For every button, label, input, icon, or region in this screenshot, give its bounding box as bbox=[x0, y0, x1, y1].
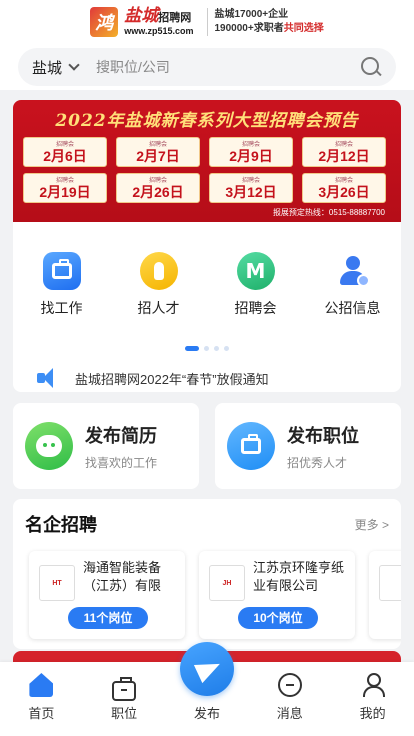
company-jobs-button[interactable]: 11个岗位 bbox=[68, 607, 148, 629]
more-link[interactable]: 更多 > bbox=[355, 516, 389, 533]
tab-label: 发布 bbox=[193, 706, 220, 721]
carousel-dots bbox=[13, 346, 401, 351]
carousel-dot[interactable] bbox=[214, 346, 219, 351]
nav-find-job[interactable]: 找工作 bbox=[17, 252, 107, 318]
nav-recruit[interactable]: 招人才 bbox=[114, 252, 204, 318]
briefcase-icon bbox=[227, 422, 275, 470]
company-jobs-button[interactable]: 10个岗位 bbox=[238, 607, 318, 629]
publish-resume-subtitle: 找喜欢的工作 bbox=[85, 455, 158, 470]
publish-resume-title: 发布简历 bbox=[85, 425, 157, 446]
resume-icon bbox=[25, 422, 73, 470]
nav-label: 招人才 bbox=[137, 300, 180, 316]
home-icon bbox=[29, 673, 54, 697]
banner-date: 招聘会 3月12日 bbox=[209, 173, 293, 203]
logo-url: www.zp515.com bbox=[124, 26, 194, 36]
company-list: HT 海通智能装备（江苏）有限 11个岗位 JH 江苏京环隆亨纸业有限公司 10… bbox=[13, 537, 401, 639]
publish-job-title: 发布职位 bbox=[287, 425, 359, 446]
publish-job-button[interactable]: 发布职位 招优秀人才 bbox=[215, 403, 401, 489]
hand-icon bbox=[139, 252, 178, 290]
tab-label: 我的 bbox=[359, 706, 386, 721]
logo-name-suffix: 招聘网 bbox=[158, 11, 192, 24]
banner-date-grid: 招聘会 2月6日 招聘会 2月7日 招聘会 2月9日 招聘会 2月12日 招聘会 2月19… bbox=[23, 137, 391, 203]
tab-home[interactable]: 首页 bbox=[6, 673, 76, 722]
company-card[interactable] bbox=[369, 551, 401, 639]
tab-me[interactable]: 我的 bbox=[338, 673, 408, 722]
user-icon bbox=[361, 673, 385, 697]
nav-public-recruit[interactable]: 公招信息 bbox=[308, 252, 398, 318]
nav-label: 招聘会 bbox=[234, 300, 277, 316]
section-title: 名企招聘 bbox=[25, 515, 97, 535]
logo-text: 盐城招聘网 www.zp515.com bbox=[124, 8, 193, 36]
city-label: 盐城 bbox=[32, 59, 63, 77]
banner-date: 招聘会 2月6日 bbox=[23, 137, 107, 167]
notice-bar[interactable]: 盐城招聘网2022年“春节”放假通知 bbox=[13, 366, 401, 390]
banner-date: 招聘会 2月12日 bbox=[302, 137, 386, 167]
stat-line-1: 盐城17000+企业 bbox=[214, 9, 289, 20]
banner-title: 2022年盐城新春系列大型招聘会预告 bbox=[55, 111, 359, 131]
chevron-down-icon bbox=[68, 59, 80, 71]
banner-hotline: 报展预定热线：0515-88887700 bbox=[272, 208, 385, 217]
tab-label: 消息 bbox=[276, 706, 303, 721]
search-icon[interactable] bbox=[360, 56, 382, 78]
tab-jobs[interactable]: 职位 bbox=[89, 677, 159, 722]
carousel-dot-active[interactable] bbox=[185, 346, 199, 351]
banner-date: 招聘会 2月9日 bbox=[209, 137, 293, 167]
person-badge-icon bbox=[334, 252, 372, 290]
banner-date: 招聘会 2月26日 bbox=[116, 173, 200, 203]
banner-date: 招聘会 3月26日 bbox=[302, 173, 386, 203]
carousel-dot[interactable] bbox=[204, 346, 209, 351]
nav-job-fair[interactable]: M 招聘会 bbox=[211, 252, 301, 318]
city-selector[interactable]: 盐城 bbox=[32, 57, 80, 78]
tab-label: 首页 bbox=[28, 706, 55, 721]
job-fair-banner[interactable]: 2022年盐城新春系列大型招聘会预告 招聘会 2月6日 招聘会 2月7日 招聘会 2月… bbox=[13, 100, 401, 222]
company-name: 海通智能装备（江苏）有限 bbox=[83, 560, 162, 593]
notice-text: 盐城招聘网2022年“春节”放假通知 bbox=[75, 371, 269, 387]
logo-icon: 鸿 bbox=[90, 7, 119, 37]
company-name: 江苏京环隆亨纸业有限公司 bbox=[253, 560, 345, 593]
briefcase-icon bbox=[112, 677, 137, 701]
publish-job-subtitle: 招优秀人才 bbox=[287, 455, 348, 470]
banner-date: 招聘会 2月7日 bbox=[116, 137, 200, 167]
search-bar: 盐城 bbox=[18, 48, 396, 86]
company-card[interactable]: JH 江苏京环隆亨纸业有限公司 10个岗位 bbox=[199, 551, 355, 639]
nav-label: 找工作 bbox=[40, 300, 83, 316]
publish-fab-button[interactable] bbox=[180, 642, 234, 696]
stat-highlight: 共同选择 bbox=[283, 23, 324, 34]
search-input[interactable] bbox=[96, 59, 360, 75]
carousel-dot[interactable] bbox=[224, 346, 229, 351]
tab-messages[interactable]: 消息 bbox=[255, 673, 325, 722]
company-logo: HT bbox=[39, 565, 75, 601]
logo-name: 盐城 bbox=[124, 6, 159, 26]
speaker-icon bbox=[35, 366, 61, 390]
banner-date: 招聘会 2月19日 bbox=[23, 173, 107, 203]
tab-label: 职位 bbox=[111, 706, 138, 721]
company-logo bbox=[379, 565, 401, 601]
publish-actions: 发布简历 找喜欢的工作 发布职位 招优秀人才 bbox=[13, 403, 401, 489]
app-header: 鸿 盐城招聘网 www.zp515.com 盐城17000+企业 190000+… bbox=[0, 0, 414, 44]
company-card[interactable]: HT 海通智能装备（江苏）有限 11个岗位 bbox=[29, 551, 185, 639]
nav-label: 公招信息 bbox=[324, 300, 381, 316]
message-icon bbox=[277, 673, 302, 697]
famous-companies-section: 名企招聘 更多 > HT 海通智能装备（江苏）有限 11个岗位 JH 江苏京环隆… bbox=[13, 499, 401, 649]
quick-nav: 找工作 招人才 M 招聘会 公招信息 bbox=[13, 222, 401, 318]
company-logo: JH bbox=[209, 565, 245, 601]
paper-plane-icon bbox=[193, 654, 225, 684]
logo-stats: 盐城17000+企业 190000+求职者共同选择 bbox=[207, 8, 324, 36]
search-section: 盐城 bbox=[0, 44, 414, 90]
publish-resume-button[interactable]: 发布简历 找喜欢的工作 bbox=[13, 403, 199, 489]
stat-line-2: 190000+求职者 bbox=[214, 23, 284, 34]
main-card: 2022年盐城新春系列大型招聘会预告 招聘会 2月6日 招聘会 2月7日 招聘会 2月… bbox=[13, 100, 401, 392]
briefcase-icon bbox=[42, 252, 81, 290]
fair-icon: M bbox=[236, 252, 275, 290]
